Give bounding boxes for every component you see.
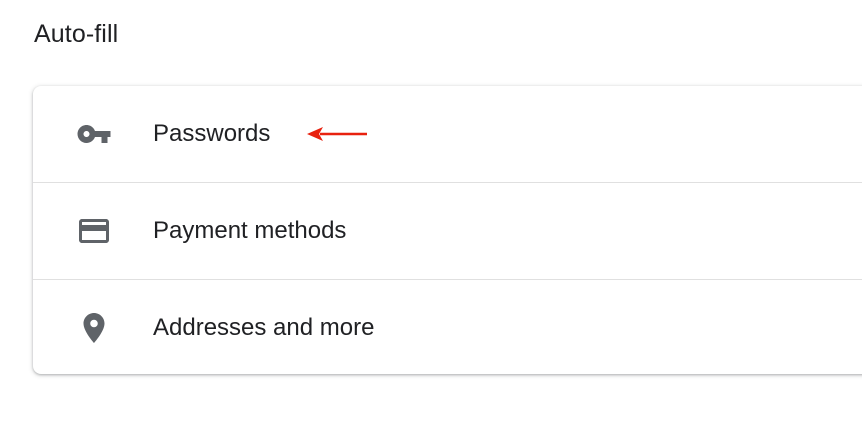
location-pin-icon xyxy=(76,310,112,346)
autofill-card: Passwords Payment methods Addresses and … xyxy=(33,86,862,374)
autofill-item-addresses[interactable]: Addresses and more xyxy=(33,279,862,374)
key-icon xyxy=(76,116,112,152)
autofill-item-label: Addresses and more xyxy=(153,314,375,341)
section-title: Auto-fill xyxy=(34,20,119,48)
autofill-item-label: Payment methods xyxy=(153,217,347,244)
autofill-item-label: Passwords xyxy=(153,120,271,147)
autofill-item-passwords[interactable]: Passwords xyxy=(33,86,862,182)
credit-card-icon xyxy=(76,213,112,249)
autofill-item-payment-methods[interactable]: Payment methods xyxy=(33,182,862,279)
annotation-arrow-icon xyxy=(307,127,367,141)
